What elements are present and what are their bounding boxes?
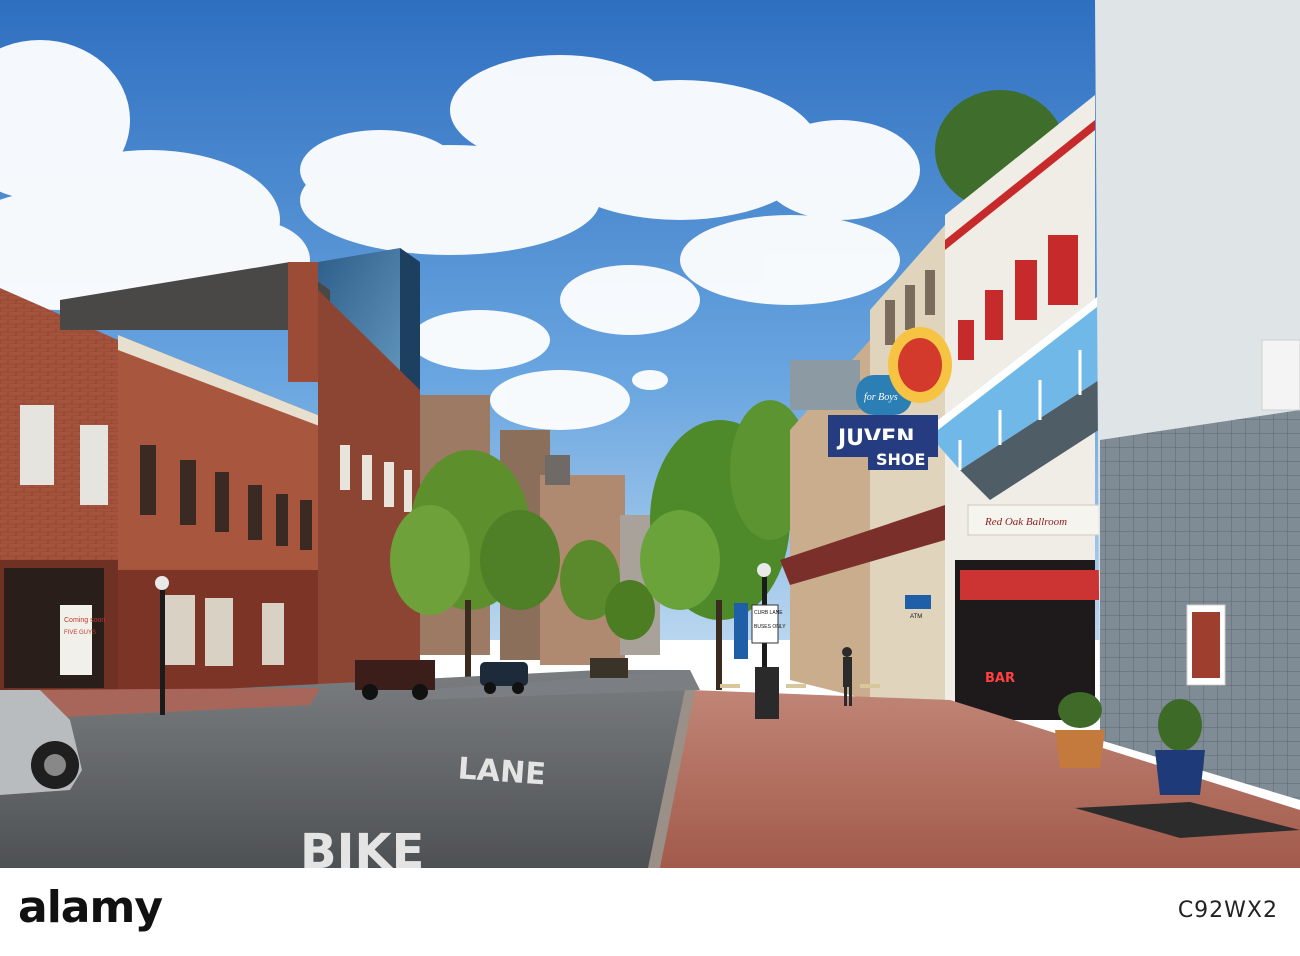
distant-truck bbox=[590, 658, 628, 678]
sign-bar: BAR bbox=[985, 671, 1015, 686]
sign-for-boys: for Boys bbox=[864, 392, 898, 403]
road-text-bike: BIKE bbox=[300, 824, 424, 868]
sign-curb-lane: CURB LANE bbox=[754, 610, 783, 616]
stock-image-id: C92WX2 bbox=[1177, 898, 1278, 923]
right-tiled-building bbox=[1095, 0, 1300, 800]
left-brick-building: Coming soon FIVE GUYS bbox=[0, 288, 118, 700]
sign-five-guys: FIVE GUYS bbox=[64, 630, 96, 636]
sign-coming-soon: Coming soon bbox=[64, 617, 105, 624]
trash-bin bbox=[755, 667, 779, 719]
street-photo: Coming soon FIVE GUYS BAR Red Oak Ballro… bbox=[0, 0, 1300, 868]
planter-1 bbox=[1055, 692, 1105, 768]
footer-bar: alamy C92WX2 bbox=[0, 868, 1300, 956]
alamy-logo: alamy bbox=[18, 882, 163, 933]
road-text-lane: LANE bbox=[457, 751, 547, 792]
atm-sign bbox=[905, 595, 931, 609]
curb-lane-sign: CURB LANE BUSES ONLY bbox=[734, 603, 786, 659]
sign-atm: ATM bbox=[910, 614, 922, 620]
sign-buses-only: BUSES ONLY bbox=[754, 624, 786, 630]
sign-shoe: SHOE bbox=[876, 450, 925, 469]
sign-ballroom: Red Oak Ballroom bbox=[984, 516, 1067, 528]
